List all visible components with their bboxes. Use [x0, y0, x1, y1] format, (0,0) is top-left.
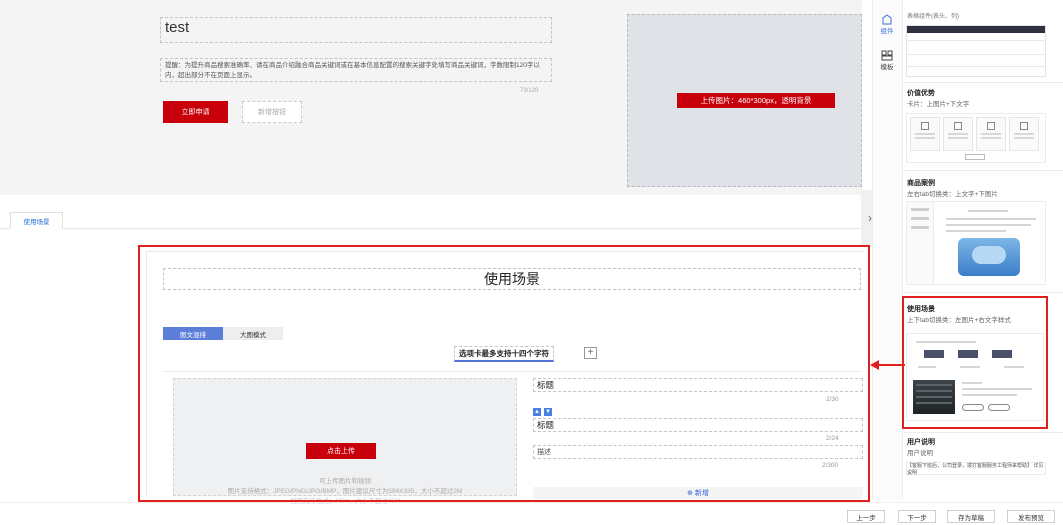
banner-char-count: 73/120	[520, 88, 539, 94]
previous-step-button[interactable]: 上一步	[847, 510, 885, 523]
thumb-table-row	[907, 40, 1045, 41]
table-component-caption: 表格组件(表头、列)	[907, 14, 959, 20]
thumb-tab-list	[907, 202, 934, 284]
thumb-mini-card	[1009, 117, 1039, 151]
components-icon	[882, 14, 892, 25]
next-step-button[interactable]: 下一步	[898, 510, 936, 523]
thumb-mini-card	[976, 117, 1006, 151]
library-divider	[902, 432, 1063, 433]
apply-now-button[interactable]: 立即申请	[163, 101, 228, 123]
thumb-table-header	[907, 26, 1045, 33]
value-advantage-title: 价值优势	[907, 90, 935, 97]
save-draft-button[interactable]: 存为草稿	[947, 510, 995, 523]
cloud-shape	[972, 246, 1006, 264]
tab-strip-divider	[0, 228, 862, 229]
rail-components-label: 组件	[880, 28, 894, 35]
rail-components-item[interactable]: 组件	[872, 14, 902, 35]
user-guide-thumbnail[interactable]: 【客服下班后，公司登录，拨打客服服务工程师来帮助】 详见说明	[906, 462, 1046, 476]
thumb-text-line	[968, 210, 1008, 212]
value-advantage-subtitle: 卡片：上图片+下文字	[907, 101, 970, 108]
library-divider	[902, 292, 1063, 293]
templates-icon	[881, 50, 893, 61]
thumb-text-line	[946, 224, 1031, 226]
library-divider	[902, 170, 1063, 171]
product-case-subtitle: 左右tab切换类：上文字+下图片	[907, 191, 998, 198]
connector-arrow-head-icon	[870, 360, 879, 370]
icon-rail	[872, 0, 902, 500]
thumb-mini-card	[910, 117, 940, 151]
library-divider	[902, 82, 1063, 83]
rail-templates-item[interactable]: 模板	[872, 50, 902, 71]
add-button-button[interactable]: 新增按钮	[242, 101, 302, 123]
tab-usage-scenario[interactable]: 使用场景	[10, 212, 63, 229]
user-guide-title: 用户说明	[907, 439, 935, 446]
connector-arrow-line	[877, 364, 905, 366]
footer-divider	[0, 502, 1063, 503]
publish-preview-button[interactable]: 发布预览	[1007, 510, 1055, 523]
highlight-frame-usage-thumbnail	[902, 296, 1048, 429]
thumb-table-row	[907, 66, 1045, 67]
banner-description-field[interactable]: 提醒：为提升商品搜索准确率、请在商品介绍融合商品关键词或在基本信息配置的搜索关键…	[160, 58, 552, 82]
rail-templates-label: 模板	[880, 64, 894, 71]
highlight-frame-editor	[138, 245, 870, 502]
banner-title-field[interactable]: test	[160, 17, 552, 43]
user-guide-subtitle: 用户说明	[907, 450, 933, 457]
product-case-title: 商品案例	[907, 180, 935, 187]
thumb-text-line	[946, 230, 1006, 232]
thumb-mini-card	[943, 117, 973, 151]
thumb-more-button	[965, 154, 985, 160]
thumb-table-row	[907, 54, 1045, 55]
thumb-text-line	[946, 218, 1036, 220]
banner-upload-label[interactable]: 上传图片：460*300px，透明背景	[677, 93, 835, 108]
